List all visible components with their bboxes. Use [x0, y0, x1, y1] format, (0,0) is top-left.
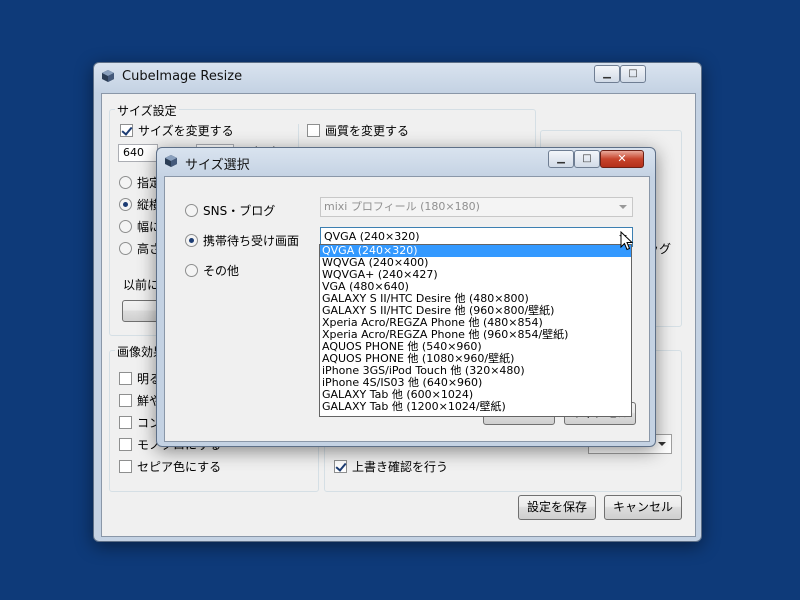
option-mobile-radio[interactable] — [185, 234, 198, 247]
window-title: CubeImage Resize — [122, 69, 243, 84]
preset-dropdown-list[interactable]: QVGA (240×320) WQVGA (240×400) WQVGA+ (2… — [319, 244, 632, 417]
effect-vivid-checkbox[interactable] — [119, 394, 132, 407]
cube-app-icon — [102, 70, 114, 82]
save-settings-button[interactable]: 設定を保存 — [518, 495, 596, 520]
effect-contrast-checkbox[interactable] — [119, 416, 132, 429]
dropdown-item[interactable]: GALAXY Tab 他 (1200×1024/壁紙) — [320, 401, 631, 413]
sns-preset-value: mixi プロフィール (180×180) — [324, 200, 480, 213]
sns-preset-combo[interactable]: mixi プロフィール (180×180) — [320, 197, 633, 217]
effect-brightness-checkbox[interactable] — [119, 372, 132, 385]
cube-app-icon — [165, 155, 177, 167]
resize-checkbox[interactable] — [120, 124, 133, 137]
chevron-down-icon — [658, 442, 666, 446]
effect-sepia-checkbox[interactable] — [119, 460, 132, 473]
overwrite-confirm-label: 上書き確認を行う — [352, 460, 449, 474]
minimize-button[interactable]: ▁ — [548, 150, 574, 168]
dialog-title: サイズ選択 — [185, 158, 250, 173]
radio-aspect[interactable] — [119, 198, 132, 211]
option-mobile-label: 携帯待ち受け画面 — [203, 234, 300, 248]
chevron-down-icon — [619, 205, 627, 209]
option-other-radio[interactable] — [185, 264, 198, 277]
mouse-cursor-icon — [620, 231, 634, 251]
option-sns-label: SNS・ブログ — [203, 204, 276, 218]
effect-sepia-label: セピア色にする — [137, 460, 222, 474]
radio-height[interactable] — [119, 242, 132, 255]
overwrite-confirm-checkbox[interactable] — [334, 460, 347, 473]
maximize-button[interactable]: □ — [620, 65, 646, 83]
mobile-preset-value: QVGA (240×320) — [324, 230, 420, 243]
maximize-button[interactable]: □ — [574, 150, 600, 168]
radio-width[interactable] — [119, 220, 132, 233]
cancel-button[interactable]: キャンセル — [604, 495, 682, 520]
quality-checkbox-label: 画質を変更する — [325, 124, 410, 138]
resize-checkbox-label: サイズを変更する — [138, 124, 234, 138]
size-group-label: サイズ設定 — [115, 102, 179, 119]
minimize-button[interactable]: ▁ — [594, 65, 620, 83]
width-input[interactable]: 640 — [118, 144, 158, 162]
close-button[interactable]: ✕ — [600, 150, 644, 168]
previous-label: 以前に — [123, 278, 160, 292]
effect-mono-checkbox[interactable] — [119, 438, 132, 451]
option-other-label: その他 — [203, 264, 240, 278]
radio-specify[interactable] — [119, 176, 132, 189]
option-sns-radio[interactable] — [185, 204, 198, 217]
quality-checkbox[interactable] — [307, 124, 320, 137]
